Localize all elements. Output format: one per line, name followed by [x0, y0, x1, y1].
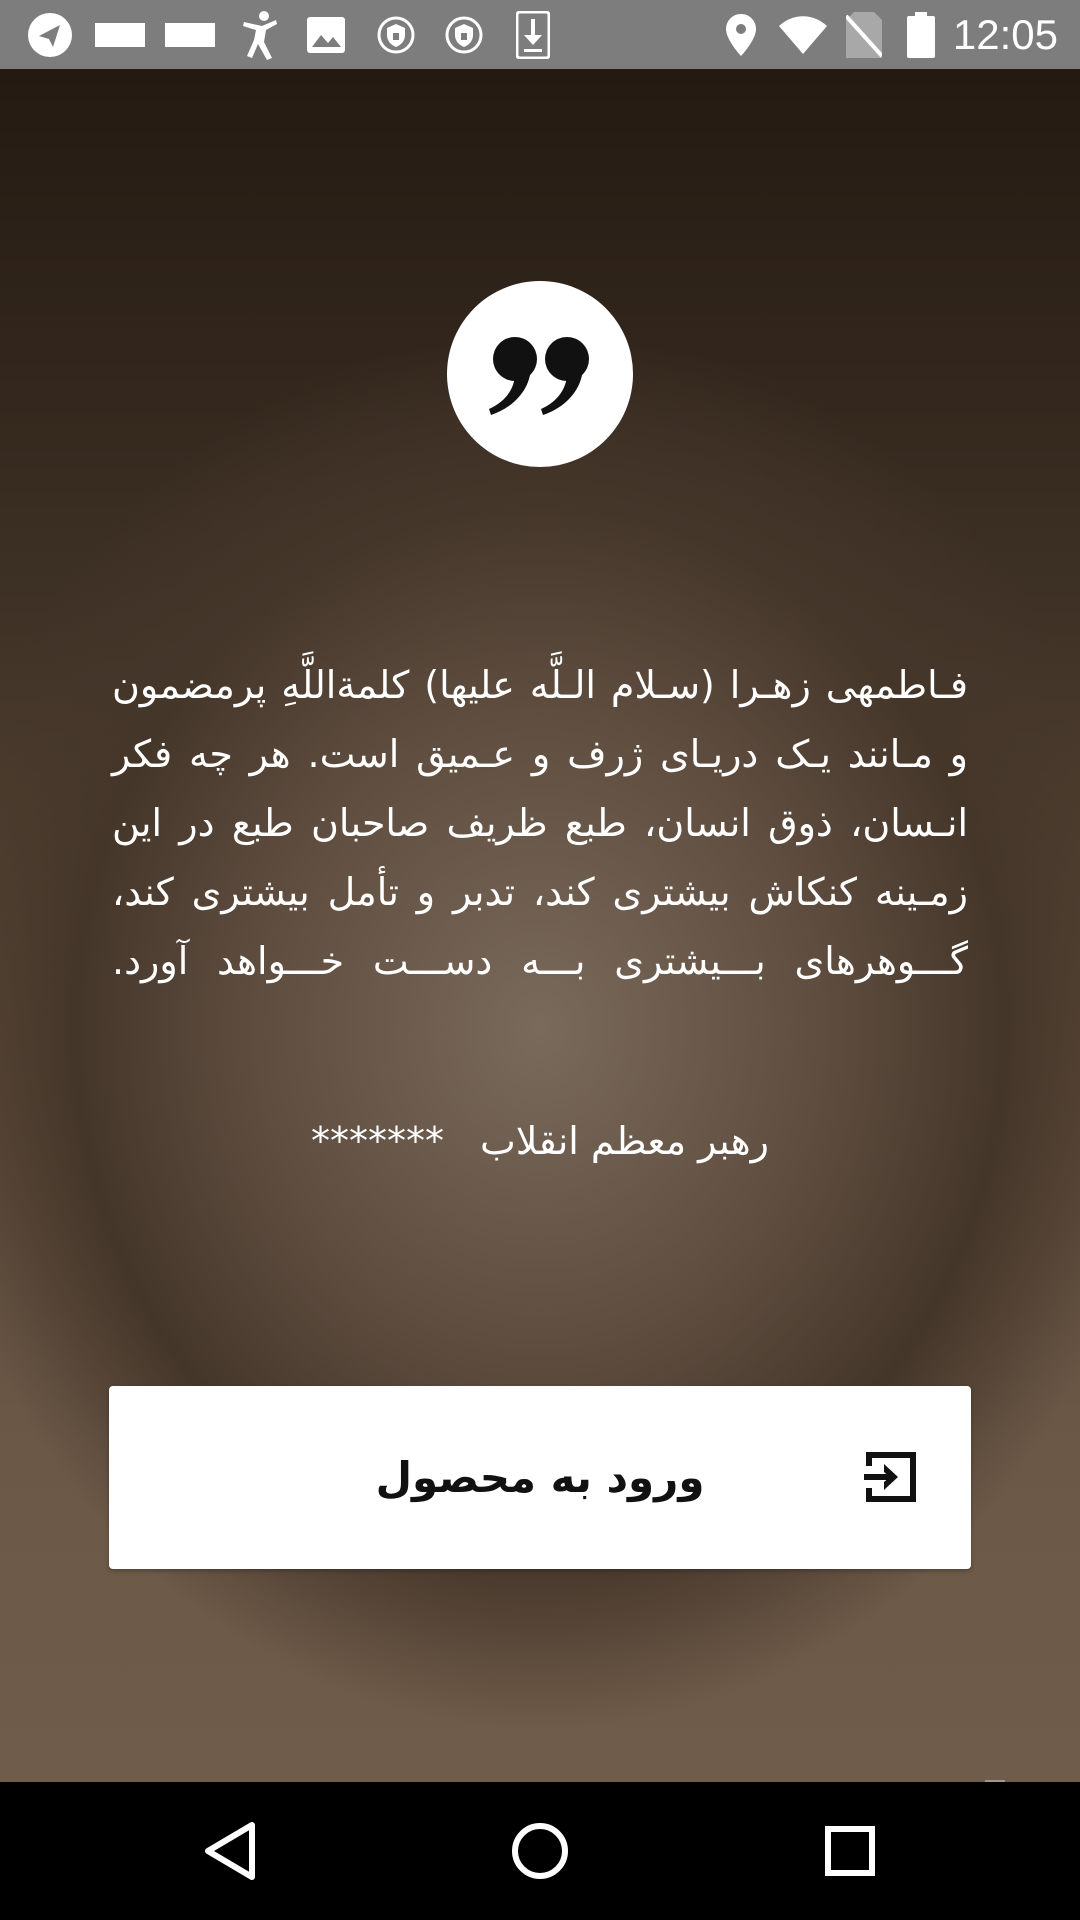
- notification-bar-icon: [94, 0, 146, 69]
- telegram-icon: [22, 0, 78, 69]
- status-clock: 12:05: [952, 11, 1058, 58]
- quote-author-name: رهبر معظم انقلاب: [480, 1119, 769, 1163]
- vpn-shield-icon: [442, 0, 486, 69]
- back-icon: [205, 1822, 255, 1880]
- quote-author-suffix: *******: [311, 1119, 445, 1163]
- location-icon: [724, 0, 758, 69]
- home-icon: [512, 1823, 568, 1879]
- download-icon: [514, 0, 552, 69]
- quote-icon: [489, 337, 589, 415]
- accessibility-icon: [238, 0, 282, 69]
- navigation-bar: [0, 1782, 1080, 1920]
- enter-product-button[interactable]: ورود به محصول: [109, 1386, 971, 1569]
- image-icon: [306, 0, 346, 69]
- recents-button[interactable]: [780, 1782, 920, 1920]
- home-button[interactable]: [470, 1782, 610, 1920]
- back-button[interactable]: [160, 1782, 300, 1920]
- quote-badge: [447, 281, 633, 467]
- quote-text: فـاطمهی زهـرا (سـلام الـلَّه علیها) کلمة…: [112, 663, 968, 983]
- quote-author: رهبر معظم انقلاب *******: [112, 1111, 968, 1171]
- wifi-icon: [778, 0, 828, 69]
- enter-product-label: ورود به محصول: [375, 1453, 705, 1502]
- recents-icon: [825, 1826, 875, 1876]
- no-sim-icon: [842, 0, 886, 69]
- exit-to-app-icon: [864, 1452, 916, 1502]
- app-screen: 12:05 فـاطمهی زهـرا (سـلام الـلَّه علیها…: [0, 0, 1080, 1920]
- battery-icon: [904, 0, 938, 69]
- status-bar: 12:05: [0, 0, 1080, 69]
- vpn-shield-icon: [374, 0, 418, 69]
- notification-bar-icon: [164, 0, 216, 69]
- quote-panel: فـاطمهی زهـرا (سـلام الـلَّه علیها) کلمة…: [0, 69, 1080, 1782]
